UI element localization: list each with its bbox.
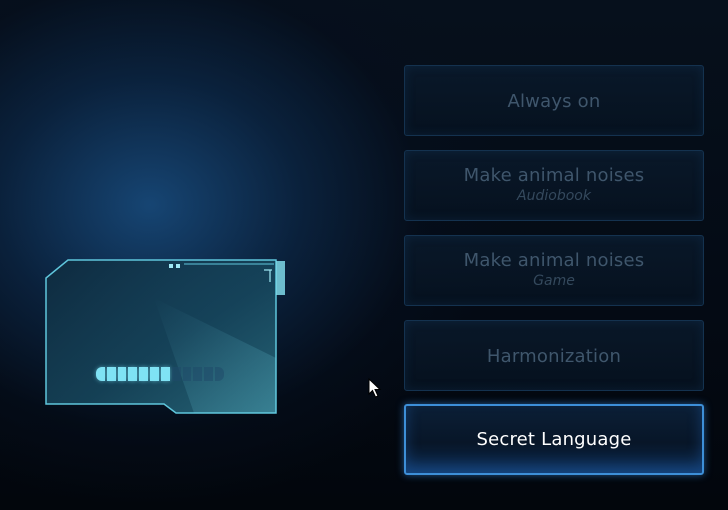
progress-segment-filled — [106, 367, 116, 381]
game-screen: Always on Make animal noises Audiobook M… — [0, 0, 728, 510]
progress-segment-empty — [182, 367, 192, 381]
progress-segment-empty — [171, 367, 181, 381]
progress-segment-filled — [160, 367, 170, 381]
progress-segment-empty — [193, 367, 203, 381]
menu-item-animal-noises-game[interactable]: Make animal noises Game — [404, 235, 704, 306]
hologram-panel — [44, 258, 288, 418]
menu-item-label: Harmonization — [486, 346, 622, 367]
menu-item-always-on[interactable]: Always on — [404, 65, 704, 136]
menu-item-sublabel: Audiobook — [517, 188, 591, 204]
hologram-frame — [45, 259, 285, 414]
menu-item-animal-noises-audiobook[interactable]: Make animal noises Audiobook — [404, 150, 704, 221]
progress-segment-filled — [139, 367, 149, 381]
menu-item-sublabel: Game — [533, 273, 575, 289]
progress-segment-filled — [128, 367, 138, 381]
hologram-progress-bar — [96, 367, 224, 381]
menu-item-label: Make animal noises — [463, 165, 645, 186]
menu-item-label: Always on — [507, 91, 601, 112]
progress-segment-filled — [96, 367, 105, 381]
progress-segment-filled — [117, 367, 127, 381]
menu-item-label: Secret Language — [476, 429, 632, 450]
menu-item-secret-language[interactable]: Secret Language — [404, 404, 704, 475]
progress-segment-empty — [215, 367, 224, 381]
menu-item-harmonization[interactable]: Harmonization — [404, 320, 704, 391]
menu-item-label: Make animal noises — [463, 250, 645, 271]
progress-segment-filled — [150, 367, 159, 381]
progress-segment-empty — [204, 367, 214, 381]
mouse-cursor-icon — [368, 378, 382, 398]
